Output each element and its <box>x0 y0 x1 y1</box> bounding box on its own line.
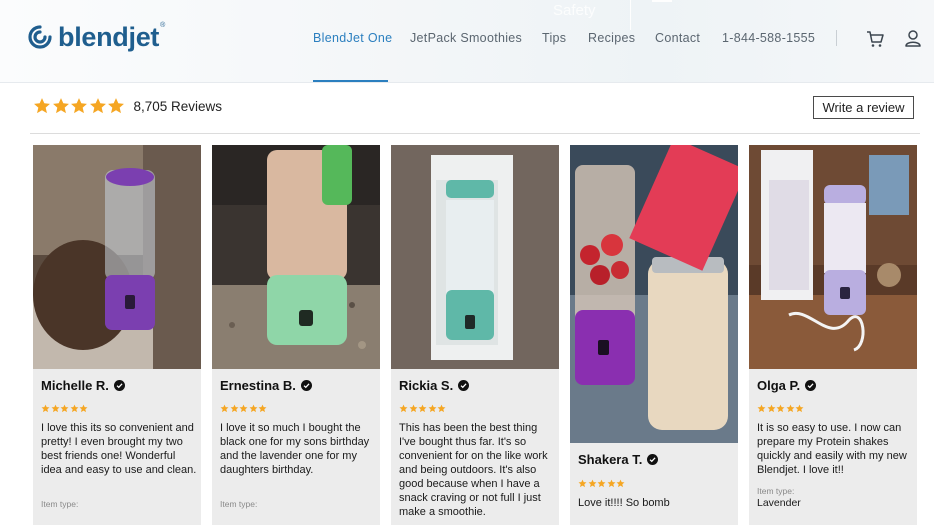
user-icon[interactable] <box>904 29 922 47</box>
item-type-label: Item type: <box>220 499 258 509</box>
star-icon <box>51 404 60 413</box>
review-text: I love it so much I bought the black one… <box>220 422 370 476</box>
review-card[interactable]: Ernestina B. I love it so much I bought … <box>212 145 380 525</box>
section-divider <box>30 133 920 134</box>
star-icon <box>399 404 408 413</box>
reviewer-name: Shakera T. <box>578 452 659 467</box>
review-rating <box>220 404 268 413</box>
review-photo[interactable] <box>391 145 559 369</box>
star-icon <box>89 98 106 114</box>
star-icon <box>239 404 248 413</box>
nav-tips[interactable]: Tips <box>542 31 566 45</box>
star-icon <box>418 404 427 413</box>
star-icon <box>786 404 795 413</box>
overall-rating: 8,705 Reviews <box>33 97 222 115</box>
star-icon <box>776 404 785 413</box>
review-rating <box>399 404 447 413</box>
review-card[interactable]: Rickia S. This has been the best thing I… <box>391 145 559 525</box>
star-icon <box>230 404 239 413</box>
review-text: This has been the best thing I've bought… <box>399 422 548 518</box>
star-icon <box>616 479 625 488</box>
star-icon <box>79 404 88 413</box>
review-card[interactable]: Shakera T. Love it!!!! So bomb <box>570 145 738 525</box>
reviewer-name: Olga P. <box>757 378 817 393</box>
star-icon <box>588 479 597 488</box>
review-text: I love this its so convenient and pretty… <box>41 422 197 476</box>
logo-wordmark: blendjet <box>58 21 160 52</box>
nav-contact[interactable]: Contact <box>655 31 700 45</box>
verified-check-icon <box>647 454 659 465</box>
item-type-value: Lavender <box>757 497 801 509</box>
reviewer-name: Michelle R. <box>41 378 125 393</box>
review-text: Love it!!!! So bomb <box>578 497 670 509</box>
star-icon <box>757 404 766 413</box>
logo-trademark: ® <box>160 21 166 29</box>
nav-recipes[interactable]: Recipes <box>588 31 635 45</box>
blendjet-swirl-icon <box>28 25 52 49</box>
review-text: It is so easy to use. I now can prepare … <box>757 422 907 476</box>
star-icon <box>258 404 267 413</box>
reviewer-name: Rickia S. <box>399 378 470 393</box>
star-icon <box>70 404 79 413</box>
item-type-label: Item type: <box>41 499 79 509</box>
star-icon <box>607 479 616 488</box>
nav-phone-link[interactable]: 1-844-588-1555 <box>722 31 815 45</box>
review-card[interactable]: Michelle R. I love this its so convenien… <box>33 145 201 525</box>
blendjet-logo[interactable]: blendjet ® <box>28 21 165 53</box>
review-count: 8,705 Reviews <box>133 98 223 114</box>
active-nav-indicator <box>313 80 388 82</box>
background-nav-ghost-text: Safety <box>553 2 596 19</box>
background-dash <box>652 0 672 2</box>
star-icon <box>41 404 50 413</box>
star-icon <box>220 404 229 413</box>
review-card[interactable]: Olga P. It is so easy to use. I now can … <box>749 145 917 525</box>
star-icon <box>34 98 50 114</box>
background-divider <box>630 0 631 30</box>
verified-check-icon <box>113 380 125 391</box>
item-type-label: Item type: <box>757 486 795 496</box>
star-icon <box>767 404 776 413</box>
star-icon <box>409 404 418 413</box>
verified-check-icon <box>300 380 312 391</box>
nav-divider <box>836 30 837 46</box>
cart-icon[interactable] <box>866 30 884 48</box>
star-icon <box>428 404 437 413</box>
star-icon <box>249 404 258 413</box>
site-header: Safety blendjet ® BlendJet One JetPack Sm… <box>0 0 934 83</box>
nav-blendjet-one[interactable]: BlendJet One <box>313 31 392 45</box>
star-icon <box>795 404 804 413</box>
nav-jetpack-smoothies[interactable]: JetPack Smoothies <box>410 31 522 45</box>
star-icon <box>52 98 69 114</box>
review-rating <box>578 479 626 488</box>
write-review-button[interactable]: Write a review <box>813 96 914 119</box>
reviewer-name: Ernestina B. <box>220 378 312 393</box>
verified-check-icon <box>805 380 817 391</box>
star-icon <box>578 479 587 488</box>
star-icon <box>71 98 87 114</box>
verified-check-icon <box>458 380 470 391</box>
star-icon <box>60 404 69 413</box>
star-icon <box>597 479 606 488</box>
star-icon <box>437 404 446 413</box>
review-rating <box>41 404 89 413</box>
review-photo[interactable] <box>570 145 738 443</box>
review-photo[interactable] <box>212 145 380 369</box>
review-photo[interactable] <box>749 145 917 369</box>
review-photo[interactable] <box>33 145 201 369</box>
star-icon <box>108 98 124 114</box>
review-rating <box>757 404 805 413</box>
